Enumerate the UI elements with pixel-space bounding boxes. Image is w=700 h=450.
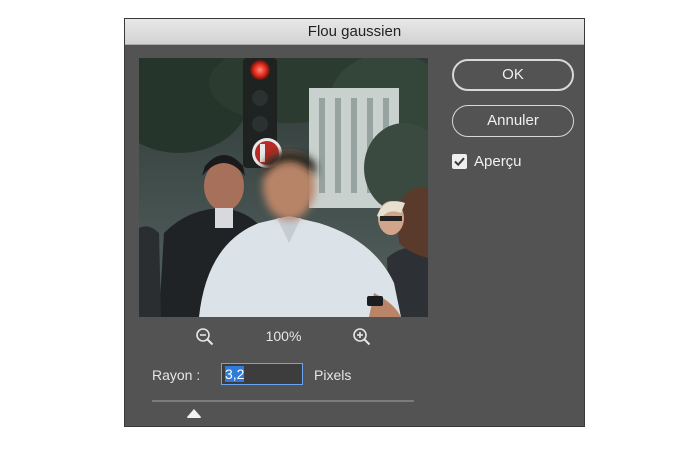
radius-slider-track[interactable] [152, 400, 414, 402]
zoom-level: 100% [265, 328, 302, 344]
checkmark-icon [454, 157, 465, 167]
radius-row: Rayon : Pixels [152, 363, 452, 387]
cancel-button[interactable]: Annuler [452, 105, 574, 137]
radius-unit: Pixels [314, 367, 352, 383]
preview-label: Aperçu [474, 153, 522, 170]
dialog-title[interactable]: Flou gaussien [125, 19, 584, 45]
preview-image[interactable] [139, 58, 428, 317]
street-photo [139, 58, 428, 317]
ok-button[interactable]: OK [452, 59, 574, 91]
radius-input[interactable] [221, 363, 303, 385]
preview-checkbox[interactable] [452, 154, 467, 169]
preview-checkbox-row[interactable]: Aperçu [452, 153, 572, 171]
zoom-in-icon[interactable] [352, 327, 372, 347]
radius-slider-thumb[interactable] [186, 405, 201, 418]
zoom-bar: 100% [139, 325, 428, 349]
radius-label: Rayon : [152, 367, 201, 383]
gaussian-blur-dialog: Flou gaussien 100% Rayon: 3,2 Pixels OK… [124, 18, 585, 427]
